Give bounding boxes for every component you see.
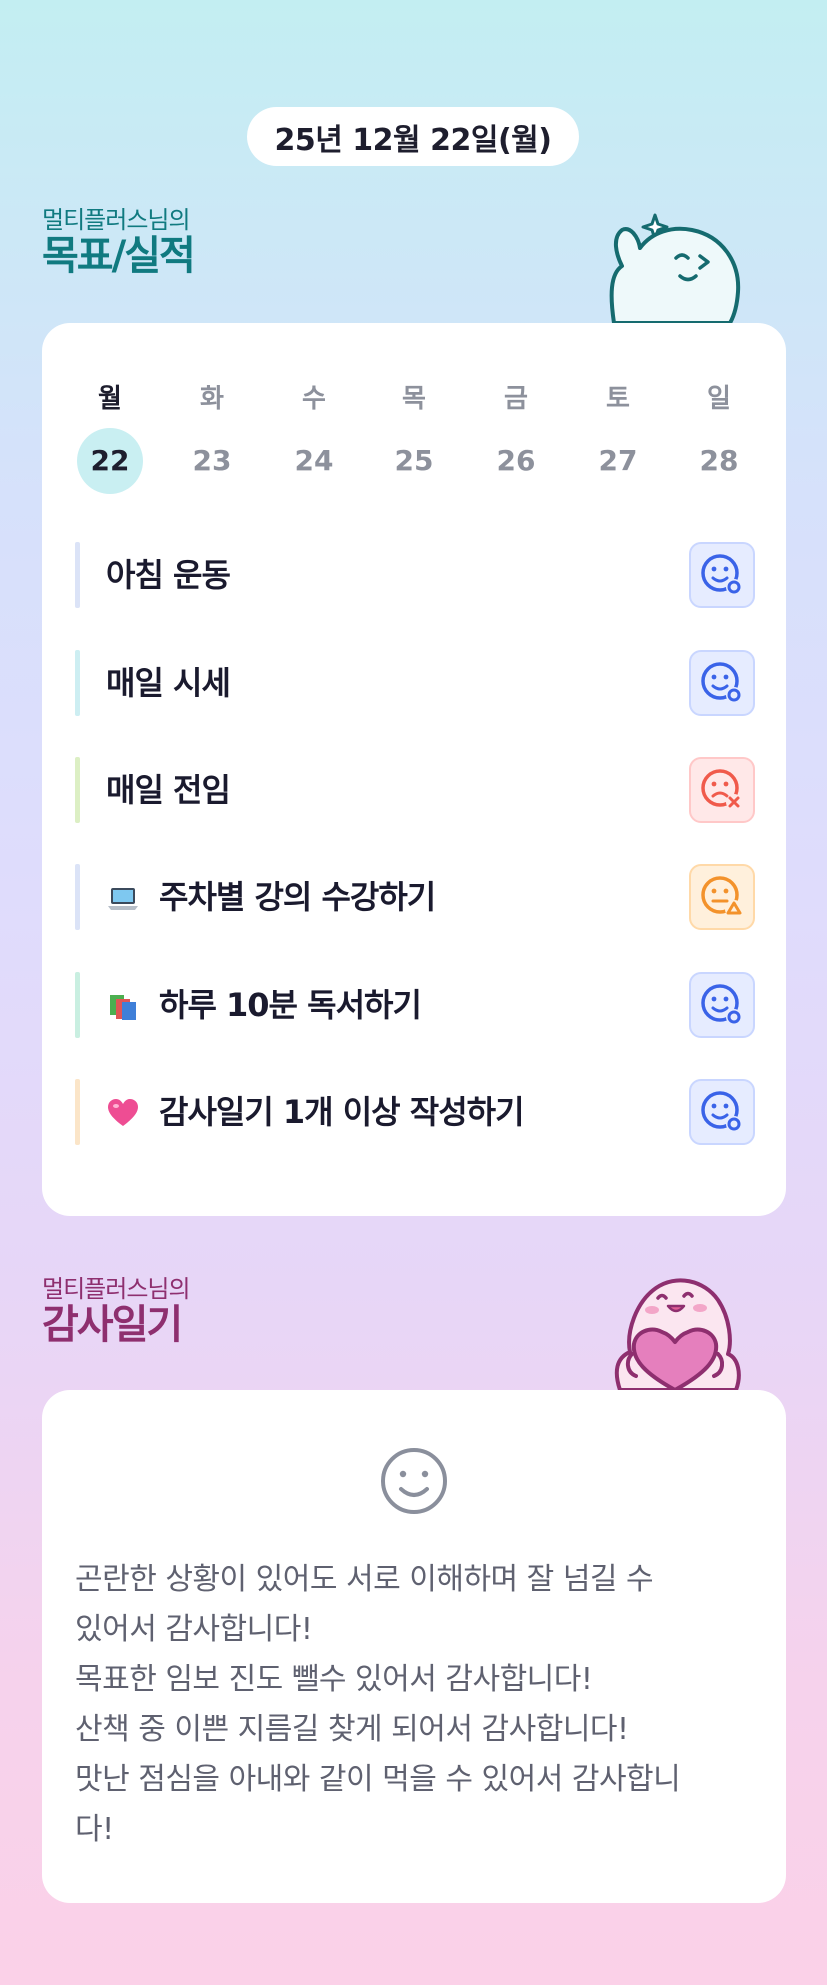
goal-color-bar <box>75 650 80 716</box>
goal-row[interactable]: 주차별 강의 수강하기 <box>75 864 755 930</box>
gratitude-line: 맛난 점심을 아내와 같이 먹을 수 있어서 감사합니 <box>75 1762 681 1797</box>
weekday-sat[interactable]: 토 <box>583 378 653 415</box>
heart-icon <box>108 1099 138 1126</box>
books-icon <box>110 995 136 1020</box>
date-number: 25 <box>394 444 434 477</box>
goals-title: 목표/실적 <box>42 233 196 279</box>
gratitude-subtitle: 멀티플러스님의 <box>42 1275 191 1303</box>
date-number: 24 <box>294 444 334 477</box>
goal-label: 주차별 강의 수강하기 <box>159 878 436 916</box>
goal-row[interactable]: 감사일기 1개 이상 작성하기 <box>75 1079 755 1145</box>
smile-icon[interactable] <box>379 1446 449 1516</box>
gratitude-line: 산책 중 이쁜 지름길 찾게 되어서 감사합니다! <box>75 1712 629 1747</box>
goal-status-button[interactable] <box>689 864 755 930</box>
gratitude-line: 다! <box>75 1812 114 1847</box>
weekday-tue[interactable]: 화 <box>177 378 247 415</box>
goal-status-button[interactable] <box>689 650 755 716</box>
goal-row[interactable]: 아침 운동 <box>75 542 755 608</box>
neutral-partial-icon <box>701 876 743 918</box>
goal-color-bar <box>75 757 80 823</box>
date-cell[interactable]: 25 <box>379 428 449 494</box>
gratitude-section-header: 멀티플러스님의 감사일기 <box>42 1275 191 1348</box>
date-pill[interactable]: 25년 12월 22일(월) <box>247 107 579 166</box>
gratitude-title: 감사일기 <box>42 1302 183 1348</box>
date-number: 22 <box>90 444 130 477</box>
goal-label: 매일 전임 <box>106 771 231 809</box>
goal-status-button[interactable] <box>689 542 755 608</box>
gratitude-line: 곤란한 상황이 있어도 서로 이해하며 잘 넘길 수 <box>75 1562 654 1597</box>
date-number: 23 <box>192 444 232 477</box>
smile-success-icon <box>701 662 742 703</box>
goals-subtitle: 멀티플러스님의 <box>42 206 191 234</box>
goal-color-bar <box>75 864 80 930</box>
date-cell[interactable]: 24 <box>279 428 349 494</box>
goal-row[interactable]: 매일 시세 <box>75 650 755 716</box>
gratitude-entry-text: 곤란한 상황이 있어도 서로 이해하며 잘 넘길 수 있어서 감사합니다! 목표… <box>75 1555 765 1855</box>
goal-status-button[interactable] <box>689 972 755 1038</box>
date-number: 26 <box>496 444 536 477</box>
goal-color-bar <box>75 542 80 608</box>
gratitude-card: 곤란한 상황이 있어도 서로 이해하며 잘 넘길 수 있어서 감사합니다! 목표… <box>42 1390 786 1903</box>
gratitude-line: 있어서 감사합니다! <box>75 1612 313 1647</box>
goal-color-bar <box>75 1079 80 1145</box>
date-selected[interactable]: 22 <box>75 428 145 494</box>
smile-success-icon <box>701 1091 742 1132</box>
sad-fail-icon <box>701 769 742 810</box>
weekday-fri[interactable]: 금 <box>481 378 551 415</box>
goal-status-button[interactable] <box>689 1079 755 1145</box>
date-cell[interactable]: 27 <box>583 428 653 494</box>
goals-card: 월 화 수 목 금 토 일 22 23 24 25 26 27 28 아침 운동… <box>42 323 786 1216</box>
date-cell[interactable]: 28 <box>684 428 754 494</box>
date-number: 28 <box>699 444 739 477</box>
date-number: 27 <box>598 444 638 477</box>
weekday-sun[interactable]: 일 <box>684 378 754 415</box>
goal-label: 감사일기 1개 이상 작성하기 <box>159 1093 525 1131</box>
goal-row[interactable]: 매일 전임 <box>75 757 755 823</box>
weekday-thu[interactable]: 목 <box>379 378 449 415</box>
smile-success-icon <box>701 984 742 1025</box>
smile-success-icon <box>701 554 742 595</box>
goal-label: 하루 10분 독서하기 <box>159 986 422 1024</box>
gratitude-line: 목표한 임보 진도 뺄수 있어서 감사합니다! <box>75 1662 593 1697</box>
date-cell[interactable]: 23 <box>177 428 247 494</box>
date-cell[interactable]: 26 <box>481 428 551 494</box>
date-label: 25년 12월 22일(월) <box>274 122 552 158</box>
laptop-icon <box>108 888 138 910</box>
goal-row[interactable]: 하루 10분 독서하기 <box>75 972 755 1038</box>
goal-status-button[interactable] <box>689 757 755 823</box>
goal-label: 매일 시세 <box>106 664 231 702</box>
weekday-mon[interactable]: 월 <box>75 378 145 415</box>
goal-label: 아침 운동 <box>106 556 231 594</box>
goal-color-bar <box>75 972 80 1038</box>
goals-section-header: 멀티플러스님의 목표/실적 <box>42 206 196 279</box>
weekday-wed[interactable]: 수 <box>279 378 349 415</box>
mascot-thumbs-up-icon <box>609 213 741 323</box>
mascot-heart-icon <box>614 1278 741 1390</box>
